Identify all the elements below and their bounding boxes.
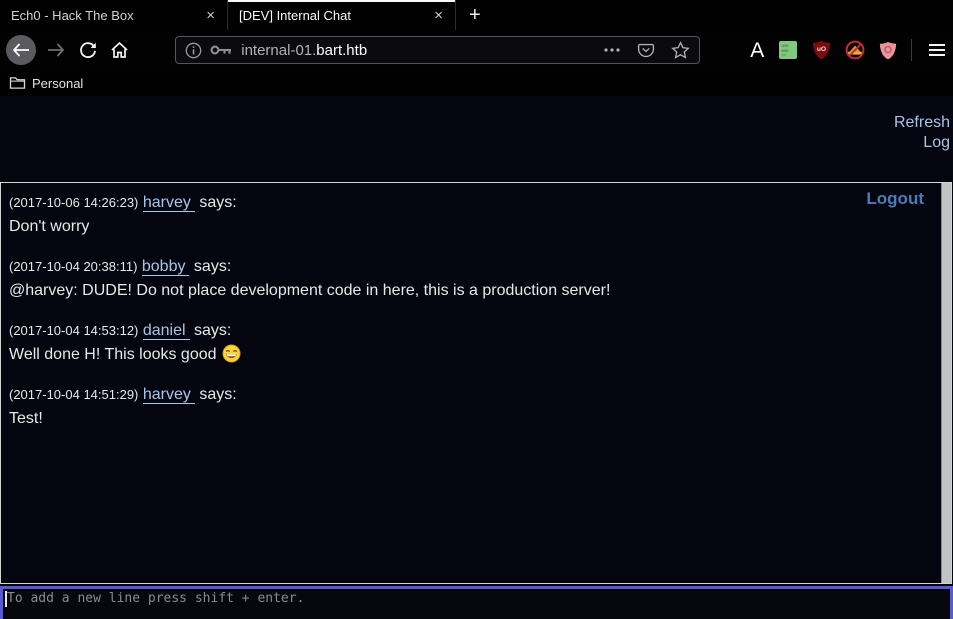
message-composer — [0, 586, 953, 619]
message-timestamp: (2017-10-04 14:51:29) — [9, 387, 138, 402]
message-list: (2017-10-06 14:26:23) harvey says: Don't… — [1, 183, 951, 431]
tab-hack-the-box[interactable]: Ech0 - Hack The Box × — [0, 0, 228, 30]
extension-icons: A uO — [750, 40, 911, 61]
message-text: @harvey: DUDE! Do not place development … — [9, 279, 911, 303]
message-timestamp: (2017-10-04 20:38:11) — [9, 259, 137, 274]
logout-link[interactable]: Logout — [866, 189, 924, 209]
pocket-button[interactable] — [637, 41, 655, 59]
chat-message: (2017-10-04 14:53:12) daniel says: Well … — [9, 319, 911, 367]
forward-button[interactable] — [40, 34, 72, 66]
message-username-link[interactable]: daniel — [143, 322, 190, 340]
tab-title: Ech0 - Hack The Box — [11, 8, 198, 23]
key-icon[interactable] — [210, 44, 233, 56]
message-text: Well done H! This looks good — [9, 343, 911, 367]
message-meta: (2017-10-04 20:38:11) bobby says: — [9, 255, 911, 279]
star-icon — [671, 41, 690, 60]
pocket-icon — [637, 41, 655, 59]
green-notes-extension-icon[interactable] — [778, 40, 798, 60]
bookmark-folder-personal[interactable]: Personal — [9, 76, 83, 91]
ublock-origin-icon[interactable]: uO — [812, 40, 831, 60]
menu-button[interactable] — [921, 34, 953, 66]
foxyproxy-icon[interactable] — [845, 40, 865, 60]
message-input[interactable] — [3, 589, 950, 619]
message-username-link[interactable]: harvey — [143, 194, 195, 212]
refresh-link[interactable]: Refresh — [0, 113, 950, 133]
ellipsis-icon — [603, 47, 621, 53]
toolbar-separator — [911, 39, 912, 61]
info-icon[interactable] — [185, 42, 202, 59]
tab-bar: Ech0 - Hack The Box × [DEV] Internal Cha… — [0, 0, 953, 30]
chat-scrollbar[interactable] — [941, 183, 951, 583]
chat-window: Logout (2017-10-06 14:26:23) harvey says… — [0, 182, 952, 584]
a-extension-icon[interactable]: A — [750, 40, 764, 61]
back-button[interactable] — [6, 35, 36, 65]
text-caret — [5, 591, 7, 607]
folder-icon — [9, 76, 26, 90]
message-timestamp: (2017-10-04 14:53:12) — [9, 323, 138, 338]
message-username-link[interactable]: bobby — [142, 258, 190, 276]
page-actions-button[interactable] — [603, 47, 621, 53]
chat-message: (2017-10-04 20:38:11) bobby says: @harve… — [9, 255, 911, 303]
chat-page: Refresh Log Logout (2017-10-06 14:26:23)… — [0, 96, 953, 619]
back-icon — [12, 43, 30, 57]
laughing-emoji — [222, 344, 241, 363]
url-subdomain: internal-01. — [241, 42, 316, 59]
home-button[interactable] — [103, 34, 135, 66]
bookmarks-bar: Personal — [0, 70, 953, 96]
chat-message: (2017-10-04 14:51:29) harvey says: Test! — [9, 383, 911, 431]
hamburger-menu-icon — [929, 43, 945, 57]
bookmark-star-button[interactable] — [671, 41, 690, 60]
svg-text:uO: uO — [817, 46, 826, 53]
close-icon[interactable]: × — [198, 5, 223, 26]
new-tab-icon[interactable]: + — [456, 0, 494, 30]
log-link[interactable]: Log — [0, 133, 950, 153]
url-domain: bart.htb — [316, 42, 367, 59]
tab-title: [DEV] Internal Chat — [239, 8, 426, 23]
close-icon[interactable]: × — [426, 5, 451, 26]
message-meta: (2017-10-04 14:51:29) harvey says: — [9, 383, 911, 407]
message-text: Don't worry — [9, 215, 911, 239]
message-says-label: says: — [194, 258, 231, 275]
top-links: Refresh Log — [0, 96, 953, 153]
pink-shield-extension-icon[interactable] — [879, 41, 897, 60]
tab-internal-chat[interactable]: [DEV] Internal Chat × — [228, 0, 456, 30]
url-bar[interactable]: internal-01.bart.htb — [175, 36, 700, 64]
reload-icon — [79, 41, 97, 59]
message-says-label: says: — [194, 322, 231, 339]
forward-icon — [47, 43, 65, 57]
home-icon — [110, 41, 129, 59]
message-text: Test! — [9, 407, 911, 431]
message-username-link[interactable]: harvey — [143, 386, 195, 404]
bookmark-label: Personal — [32, 76, 83, 91]
reload-button[interactable] — [72, 34, 104, 66]
message-says-label: says: — [199, 386, 236, 403]
message-says-label: says: — [199, 194, 236, 211]
message-meta: (2017-10-04 14:53:12) daniel says: — [9, 319, 911, 343]
navigation-toolbar: internal-01.bart.htb A — [0, 30, 953, 70]
message-meta: (2017-10-06 14:26:23) harvey says: — [9, 191, 911, 215]
url-text: internal-01.bart.htb — [241, 42, 367, 59]
chat-message: (2017-10-06 14:26:23) harvey says: Don't… — [9, 191, 911, 239]
message-timestamp: (2017-10-06 14:26:23) — [9, 195, 138, 210]
